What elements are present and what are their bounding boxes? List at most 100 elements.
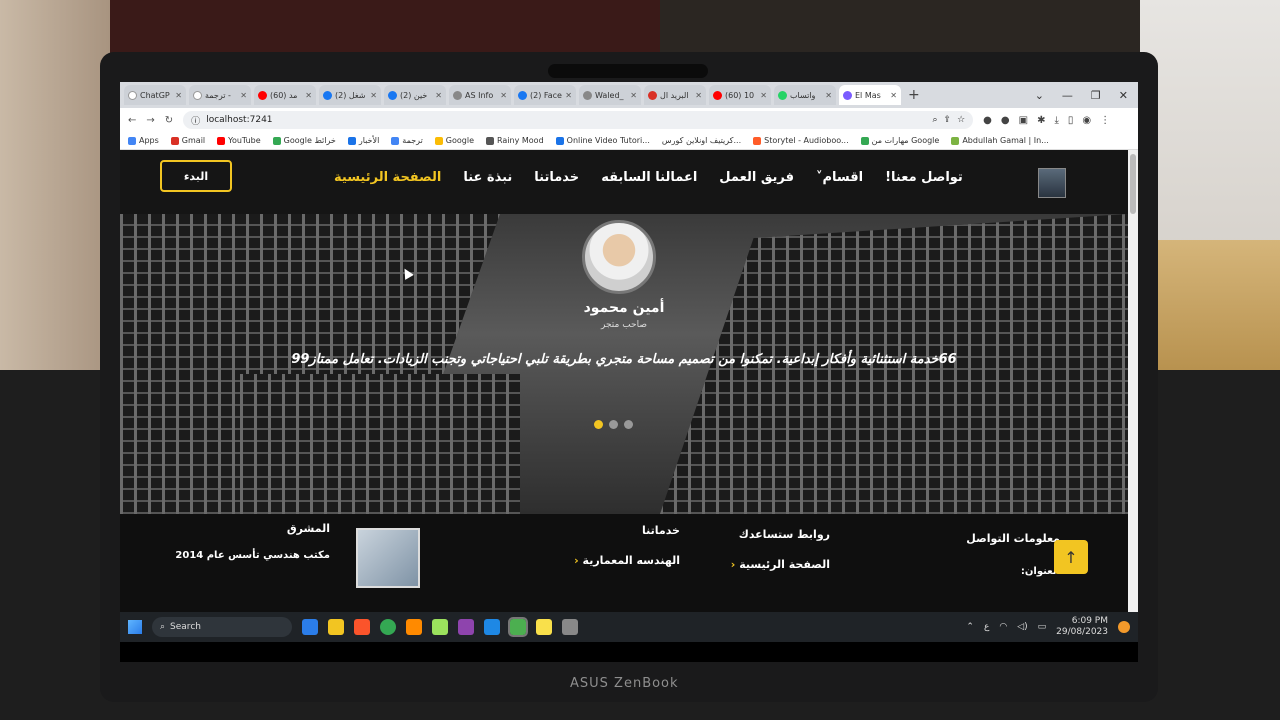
testimonial-avatar (582, 220, 656, 294)
get-started-button[interactable]: البدء (160, 160, 232, 192)
bookmark-video-tutorials[interactable]: Online Video Tutori... (555, 136, 650, 145)
profile-avatar-icon[interactable]: ◉ (1082, 115, 1091, 126)
volume-icon[interactable]: ◁) (1017, 622, 1027, 632)
close-tab-icon[interactable]: ✕ (370, 91, 377, 100)
bookmark-news[interactable]: الأخبار (347, 136, 379, 145)
chrome-icon[interactable] (380, 619, 396, 635)
page-scrollbar[interactable] (1128, 150, 1138, 612)
share-icon[interactable]: ⇪ (944, 115, 952, 125)
site-menu: الصفحة الرئيسية نبذة عنا خدماتنا اعمالنا… (334, 170, 963, 185)
nav-home[interactable]: الصفحة الرئيسية (334, 170, 441, 185)
bookmark-youtube[interactable]: YouTube (217, 136, 261, 145)
nav-services[interactable]: خدماتنا (534, 170, 579, 185)
app-icon[interactable] (406, 619, 422, 635)
close-tab-icon[interactable]: ✕ (175, 91, 182, 100)
extension-icon[interactable]: ● (1001, 115, 1010, 126)
notification-icon[interactable] (1118, 621, 1130, 633)
todo-app-icon[interactable] (302, 619, 318, 635)
brave-icon[interactable] (354, 619, 370, 635)
news-icon (347, 136, 356, 145)
tray-overflow-icon[interactable]: ⌃ (966, 622, 974, 632)
bookmark-google-skills[interactable]: مهارات من Google (860, 136, 939, 145)
extension-icon[interactable]: ▣ (1019, 115, 1028, 126)
browser-tab[interactable]: (60) مد ✕ (254, 85, 316, 105)
bookmark-maps[interactable]: Google خرائط (272, 136, 336, 145)
nav-sections-dropdown[interactable]: اقسام˅ (816, 170, 863, 185)
testimonial-carousel: أمين محمود صاحب متجر 66خدمة استثنائية وأ… (120, 214, 1128, 514)
site-info-icon[interactable]: ⓘ (191, 114, 200, 127)
nav-team[interactable]: فريق العمل (719, 170, 794, 185)
browser-tab[interactable]: AS Info ✕ (449, 85, 511, 105)
bookmark-gmail[interactable]: Gmail (170, 136, 205, 145)
browser-tab[interactable]: البريد ال ✕ (644, 85, 706, 105)
close-tab-icon[interactable]: ✕ (695, 91, 702, 100)
forward-icon[interactable]: → (146, 115, 154, 126)
download-icon[interactable]: ⤓ (1054, 115, 1058, 126)
new-tab-icon[interactable]: + (908, 87, 920, 103)
carousel-dot[interactable] (624, 420, 633, 429)
browser-tab[interactable]: ChatGP ✕ (124, 85, 186, 105)
taskbar-clock[interactable]: 6:09 PM 29/08/2023 (1056, 616, 1108, 638)
close-window-icon[interactable]: ✕ (1119, 89, 1128, 102)
maximize-icon[interactable]: ❐ (1091, 89, 1101, 102)
vscode-icon[interactable] (484, 619, 500, 635)
browser-tab[interactable]: (2) Face ✕ (514, 85, 576, 105)
nav-contact[interactable]: تواصل معنا! (885, 170, 963, 185)
scroll-to-top-button[interactable]: ↑ (1054, 540, 1088, 574)
extension-icon[interactable]: ● (983, 115, 992, 126)
carousel-dot-active[interactable] (594, 420, 603, 429)
close-tab-icon[interactable]: ✕ (435, 91, 442, 100)
app-icon[interactable] (432, 619, 448, 635)
nav-about[interactable]: نبذة عنا (463, 170, 512, 185)
browser-tab-active[interactable]: El Mas ✕ (839, 85, 901, 105)
language-indicator[interactable]: ع (984, 622, 989, 632)
bookmark-apps[interactable]: Apps (128, 136, 159, 145)
back-icon[interactable]: ← (128, 115, 136, 126)
bookmark-rainy-mood[interactable]: Rainy Mood (486, 136, 544, 145)
nav-previous-work[interactable]: اعمالنا السابقه (601, 170, 697, 185)
menu-kebab-icon[interactable]: ⋮ (1100, 115, 1110, 126)
site-logo[interactable] (1038, 168, 1066, 198)
linkedin-icon (951, 136, 960, 145)
file-explorer-icon[interactable] (328, 619, 344, 635)
browser-tab[interactable]: واتساب ✕ (774, 85, 836, 105)
chrome-active-icon[interactable] (508, 617, 528, 637)
bookmark-star-icon[interactable]: ☆ (957, 115, 965, 125)
close-tab-icon[interactable]: ✕ (825, 91, 832, 100)
browser-tab[interactable]: Waled_ ✕ (579, 85, 641, 105)
minimize-icon[interactable]: — (1062, 89, 1073, 102)
browser-tab[interactable]: (2) خين ✕ (384, 85, 446, 105)
close-tab-icon[interactable]: ✕ (500, 91, 507, 100)
taskbar-search[interactable]: ⌕ Search (152, 617, 292, 637)
puzzle-icon[interactable]: ✱ (1037, 115, 1045, 126)
visual-studio-icon[interactable] (458, 619, 474, 635)
battery-icon[interactable]: ▭ (1038, 622, 1047, 632)
browser-tab[interactable]: (2) شغل ✕ (319, 85, 381, 105)
close-tab-icon[interactable]: ✕ (240, 91, 247, 100)
bookmark-translate[interactable]: ترجمة (391, 136, 423, 145)
bookmark-courses[interactable]: كريتيف اونلاين كورس... (662, 136, 741, 145)
address-bar[interactable]: ⓘ localhost:7241 ⌕ ⇪ ☆ (183, 111, 974, 129)
browser-tab[interactable]: ترجمة - ✕ (189, 85, 251, 105)
reload-icon[interactable]: ↻ (165, 115, 173, 126)
sticky-notes-icon[interactable] (536, 619, 552, 635)
close-tab-icon[interactable]: ✕ (305, 91, 312, 100)
carousel-dot[interactable] (609, 420, 618, 429)
app-icon[interactable] (562, 619, 578, 635)
scrollbar-thumb[interactable] (1130, 154, 1136, 214)
sidepanel-icon[interactable]: ▯ (1068, 115, 1074, 126)
zoom-icon[interactable]: ⌕ (933, 115, 938, 125)
footer-service-link[interactable]: الهندسه المعمارية ‹ (540, 554, 680, 567)
close-tab-icon[interactable]: ✕ (760, 91, 767, 100)
bookmark-storytel[interactable]: Storytel - Audioboo... (753, 136, 849, 145)
browser-tab[interactable]: (60) 10 ✕ (709, 85, 771, 105)
wifi-icon[interactable]: ◠ (999, 622, 1007, 632)
windows-start-icon[interactable] (128, 620, 142, 634)
close-tab-icon[interactable]: ✕ (630, 91, 637, 100)
close-tab-icon[interactable]: ✕ (890, 91, 897, 100)
bookmark-google[interactable]: Google (434, 136, 474, 145)
footer-link-home[interactable]: الصفحة الرئيسية ‹ (700, 558, 830, 571)
tab-search-icon[interactable]: ⌄ (1035, 89, 1044, 102)
bookmark-linkedin[interactable]: Abdullah Gamal | In... (951, 136, 1049, 145)
close-tab-icon[interactable]: ✕ (565, 91, 572, 100)
